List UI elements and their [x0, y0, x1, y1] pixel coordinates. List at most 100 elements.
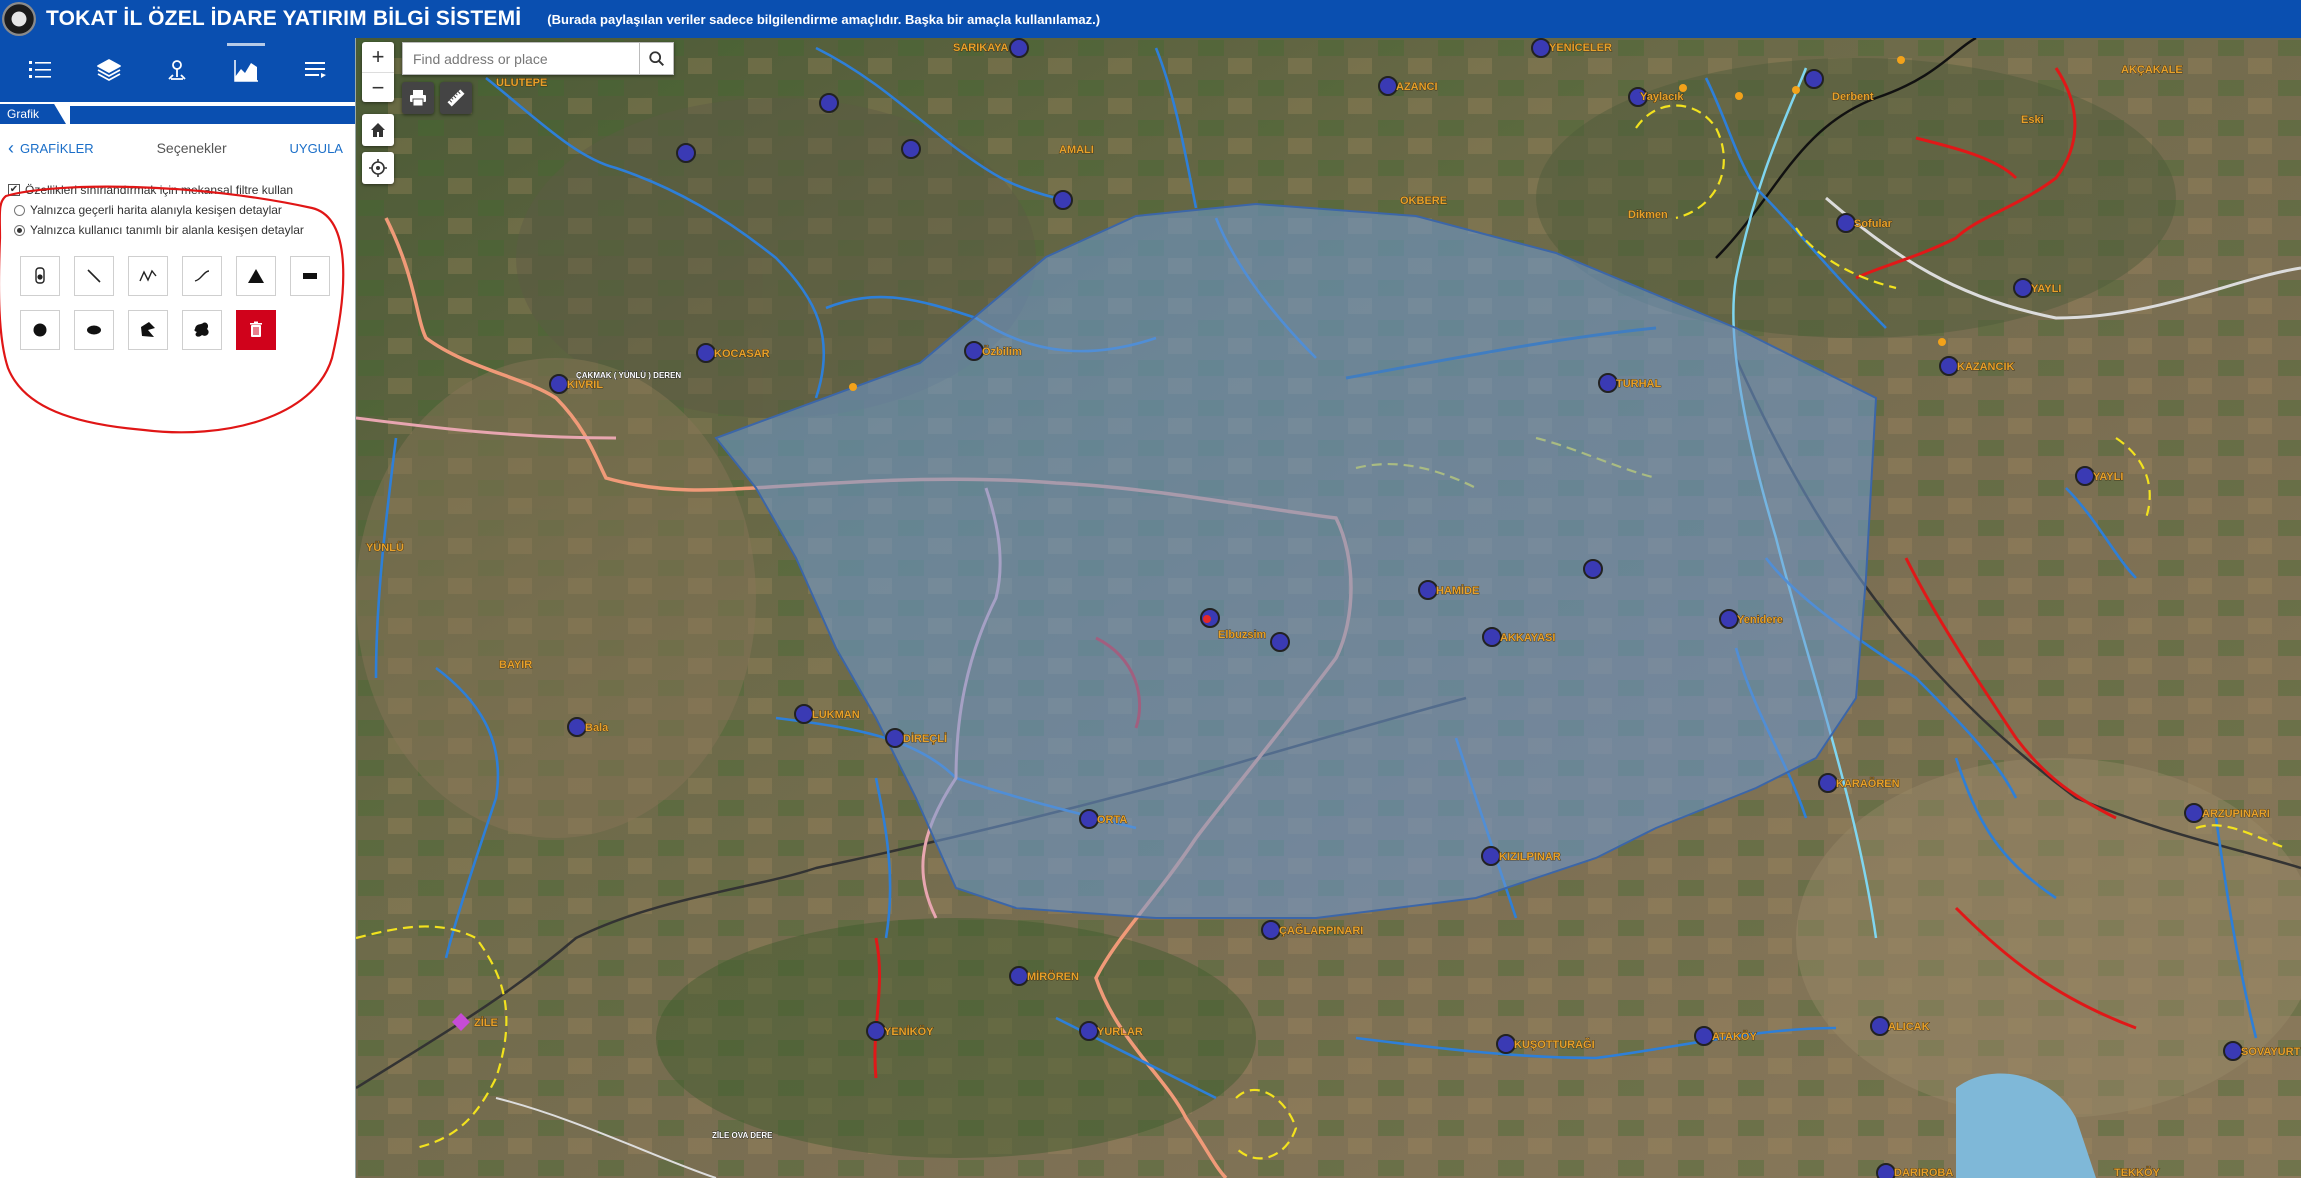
draw-ellipse-button[interactable]	[74, 310, 114, 350]
tab-bar	[70, 106, 355, 124]
option-extent-label: Yalnızca geçerli harita alanıyla kesişen…	[30, 203, 282, 217]
line-icon	[87, 269, 101, 283]
draw-polyline-button[interactable]	[128, 256, 168, 296]
label-yaylacik: Yaylacık	[1640, 91, 1684, 103]
zoom-in-button[interactable]: +	[362, 42, 394, 72]
chevron-left-icon: ‹	[8, 138, 14, 158]
triangle-icon	[248, 269, 264, 283]
home-button[interactable]	[362, 114, 394, 146]
ellipse-icon	[87, 325, 101, 335]
label-amali: AMALI	[1059, 144, 1094, 156]
label-yenikoy: YENİKÖY	[884, 1025, 934, 1038]
search-box	[402, 42, 674, 75]
draw-freehand-polygon-button[interactable]	[182, 310, 222, 350]
panel-header: ‹ GRAFİKLER Seçenekler UYGULA	[0, 126, 355, 170]
label-yayli: YAYLI	[2031, 283, 2061, 295]
label-eski: Eski	[2021, 114, 2044, 126]
label-kusotturagi: KUŞOTTURAĞI	[1514, 1038, 1595, 1051]
print-icon	[410, 90, 426, 107]
label-atakoy: ATAKÖY	[1712, 1030, 1757, 1043]
side-panel: Grafik ‹ GRAFİKLER Seçenekler UYGULA ✔ Ö…	[0, 38, 356, 1178]
rectangle-icon	[303, 273, 317, 279]
draw-freehand-line-button[interactable]	[182, 256, 222, 296]
label-kazancik: KAZANCIK	[1957, 361, 2014, 373]
label-caglarpinari: ÇAĞLARPINARI	[1279, 924, 1363, 937]
label-tekkoy: TEKKÖY	[2114, 1166, 2161, 1178]
option-extent-radio[interactable]	[14, 204, 25, 216]
label-dikmen: Dikmen	[1628, 209, 1668, 221]
panel-title: Seçenekler	[156, 140, 227, 156]
draw-polygon-button[interactable]	[128, 310, 168, 350]
label-yeniceler: YENİCELER	[1549, 41, 1612, 54]
label-yunlu: YÜNLÜ	[366, 541, 404, 554]
draw-rectangle-button[interactable]	[290, 256, 330, 296]
label-derbent: Derbent	[1832, 91, 1874, 103]
app-header: TOKAT İL ÖZEL İDARE YATIRIM BİLGİ SİSTEM…	[0, 0, 2301, 38]
spatial-filter-row[interactable]: ✔ Özellikleri sınırlandırmak için mekans…	[8, 180, 349, 200]
label-elbuzsim: Elbuzsim	[1218, 629, 1267, 641]
label-kocasar: KOCASAR	[714, 348, 770, 360]
point-icon	[35, 267, 45, 284]
locate-button[interactable]	[362, 152, 394, 184]
chart-icon[interactable]	[223, 43, 269, 93]
search-icon	[648, 50, 664, 66]
option-extent-row[interactable]: Yalnızca geçerli harita alanıyla kesişen…	[8, 200, 349, 220]
label-direcli: DİREÇLİ	[903, 732, 947, 745]
back-button[interactable]: ‹ GRAFİKLER	[8, 138, 94, 158]
label-lukman: LUKMAN	[812, 709, 860, 721]
label-okbere: OKBERE	[1400, 195, 1447, 207]
label-sofular: Sofular	[1854, 218, 1893, 230]
option-custom-row[interactable]: Yalnızca kullanıcı tanımlı bir alanla ke…	[8, 220, 349, 240]
label-zile: ZİLE	[474, 1016, 498, 1029]
map-canvas: SARIKAYA AZANCI YENİCELER ULUTEPE Derben…	[356, 38, 2301, 1178]
option-custom-radio[interactable]	[14, 224, 25, 236]
draw-circle-button[interactable]	[20, 310, 60, 350]
option-custom-label: Yalnızca kullanıcı tanımlı bir alanla ke…	[30, 223, 304, 237]
disclaimer-note: (Burada paylaşılan veriler sadece bilgil…	[547, 11, 1101, 27]
search-button[interactable]	[640, 42, 674, 75]
trash-icon	[250, 321, 262, 337]
measure-button[interactable]	[440, 82, 472, 114]
layers-icon[interactable]	[86, 47, 132, 93]
spatial-filter-checkbox[interactable]: ✔	[8, 184, 20, 196]
home-icon	[371, 123, 385, 137]
ruler-icon	[447, 89, 465, 107]
label-bayir: BAYIR	[499, 659, 532, 671]
spatial-filter-options: ✔ Özellikleri sınırlandırmak için mekans…	[0, 170, 355, 350]
locate-icon	[369, 159, 387, 177]
menu-icon[interactable]	[292, 47, 338, 93]
measure-icon[interactable]	[154, 47, 200, 93]
polygon-icon	[141, 322, 155, 337]
label-arzupinari: ARZUPINARI	[2202, 808, 2270, 820]
freehand-polygon-icon	[194, 322, 209, 337]
apply-button[interactable]: UYGULA	[290, 141, 343, 156]
delete-graphics-button[interactable]	[236, 310, 276, 350]
tab-grafik[interactable]: Grafik	[0, 104, 66, 124]
label-hamide: HAMİDE	[1436, 584, 1479, 597]
zoom-out-button[interactable]: −	[362, 72, 394, 102]
polyline-icon	[139, 269, 157, 282]
spatial-filter-label: Özellikleri sınırlandırmak için mekansal…	[25, 183, 294, 197]
draw-tools	[20, 256, 349, 350]
draw-point-button[interactable]	[20, 256, 60, 296]
back-label: GRAFİKLER	[20, 140, 94, 156]
label-akkayasi: AKKAYASI	[1500, 632, 1555, 644]
draw-line-button[interactable]	[74, 256, 114, 296]
label-kivril: KIVRIL	[567, 379, 603, 391]
label-yayli-2: YAYLI	[2093, 471, 2123, 483]
label-zile-ova-dere: ZİLE OVA DERE	[712, 1131, 773, 1140]
search-input[interactable]	[402, 42, 640, 75]
draw-triangle-button[interactable]	[236, 256, 276, 296]
label-ulutepe: ULUTEPE	[496, 77, 547, 89]
label-alicak: ALICAK	[1888, 1021, 1930, 1033]
panel-tabstrip: Grafik	[0, 104, 355, 126]
label-ozbilim: Özbilim	[982, 345, 1022, 358]
widget-toolbar	[0, 38, 355, 102]
label-yurlar: YURLAR	[1097, 1026, 1143, 1038]
print-button[interactable]	[402, 82, 434, 114]
label-turhal: TURHAL	[1616, 378, 1661, 390]
logo-icon	[2, 2, 36, 36]
list-icon[interactable]	[17, 47, 63, 93]
map-view[interactable]: SARIKAYA AZANCI YENİCELER ULUTEPE Derben…	[356, 38, 2301, 1178]
freehand-line-icon	[194, 270, 210, 282]
